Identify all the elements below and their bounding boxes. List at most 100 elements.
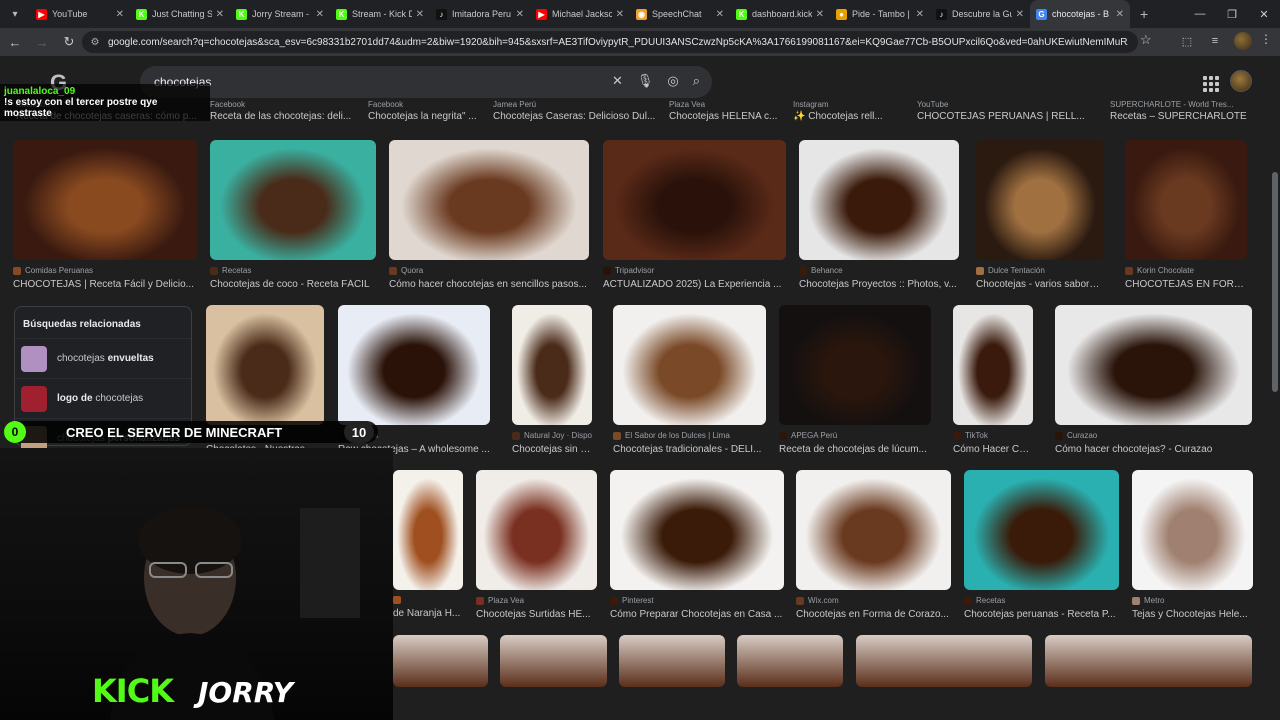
image-result-thumbnail[interactable] <box>796 470 951 590</box>
image-result-thumbnail[interactable] <box>338 305 490 425</box>
image-result-thumbnail[interactable] <box>1055 305 1252 425</box>
search-icon[interactable]: ⌕ <box>693 73 700 89</box>
tab-close-icon[interactable]: ✕ <box>116 9 124 20</box>
back-icon[interactable]: ← <box>3 30 27 54</box>
browser-tab[interactable]: ♪ Imitadora Peru ✕ <box>430 0 530 28</box>
image-result-thumbnail[interactable] <box>206 305 324 425</box>
browser-tab[interactable]: K Stream - Kick D ✕ <box>330 0 430 28</box>
forward-icon[interactable]: → <box>30 30 54 54</box>
image-result-thumbnail[interactable] <box>393 470 463 590</box>
extensions-icon[interactable]: ⬚ <box>1178 32 1196 50</box>
image-result-meta[interactable]: Quora Cómo hacer chocotejas en sencillos … <box>389 266 589 290</box>
related-search-item[interactable]: logo de chocotejas <box>15 378 191 418</box>
image-result-thumbnail[interactable] <box>389 140 589 260</box>
result-caption[interactable]: Facebook Receta de las chocotejas: deli..… <box>210 100 358 122</box>
image-result-thumbnail[interactable] <box>500 635 607 687</box>
image-result-thumbnail[interactable] <box>619 635 725 687</box>
image-result-thumbnail[interactable] <box>603 140 786 260</box>
browser-tab[interactable]: K Jorry Stream - ✕ <box>230 0 330 28</box>
tab-close-icon[interactable]: ✕ <box>716 9 724 20</box>
image-result-thumbnail[interactable] <box>779 305 931 425</box>
image-result-thumbnail[interactable] <box>964 470 1119 590</box>
site-info-icon[interactable]: ⚙ <box>88 35 102 49</box>
image-result-meta[interactable]: Metro Tejas y Chocotejas Hele... <box>1132 596 1253 620</box>
media-icon[interactable]: ≡ <box>1206 32 1224 50</box>
search-input[interactable] <box>154 75 594 89</box>
url-text[interactable]: google.com/search?q=chocotejas&sca_esv=6… <box>108 37 1128 48</box>
bookmark-star-icon[interactable]: ☆ <box>1140 32 1152 48</box>
image-result-meta[interactable]: Behance Chocotejas Proyectos :: Photos, v… <box>799 266 959 290</box>
image-result-thumbnail[interactable] <box>856 635 1032 687</box>
menu-icon[interactable]: ⋮ <box>1260 32 1272 46</box>
related-search-item[interactable]: chocotejas envueltas <box>15 338 191 378</box>
result-caption[interactable]: Facebook Chocotejas la negrita" ... <box>368 100 486 122</box>
image-result-meta[interactable]: Wix.com Chocotejas en Forma de Corazo... <box>796 596 951 620</box>
result-caption[interactable]: Plaza Vea Chocotejas HELENA c... <box>669 100 787 122</box>
image-result-thumbnail[interactable] <box>512 305 592 425</box>
browser-tab[interactable]: ● Pide - Tambo | ✕ <box>830 0 930 28</box>
image-result-thumbnail[interactable] <box>976 140 1104 260</box>
tab-close-icon[interactable]: ✕ <box>516 9 524 20</box>
browser-tab[interactable]: ♪ Descubre la Gu ✕ <box>930 0 1030 28</box>
image-result-meta[interactable]: El Sabor de los Dulces | Lima Chocotejas … <box>613 431 766 455</box>
tab-close-icon[interactable]: ✕ <box>216 9 224 20</box>
image-result-thumbnail[interactable] <box>393 635 488 687</box>
image-result-thumbnail[interactable] <box>1132 470 1253 590</box>
browser-tab[interactable]: ◉ SpeechChat ✕ <box>630 0 730 28</box>
lens-icon[interactable]: ◎ <box>667 73 678 89</box>
image-result-thumbnail[interactable] <box>1125 140 1247 260</box>
profile-avatar[interactable] <box>1234 32 1252 50</box>
browser-tab[interactable]: Kdashboard.kick ✕ <box>730 0 830 28</box>
image-result-thumbnail[interactable] <box>476 470 597 590</box>
close-window-icon[interactable]: ✕ <box>1248 0 1280 28</box>
scroll-thumb[interactable] <box>1272 172 1278 392</box>
tab-close-icon[interactable]: ✕ <box>916 9 924 20</box>
image-result-thumbnail[interactable] <box>799 140 959 260</box>
new-tab-icon[interactable]: + <box>1140 6 1148 22</box>
image-result-thumbnail[interactable] <box>610 470 784 590</box>
clear-icon[interactable]: ✕ <box>612 73 623 89</box>
tab-close-icon[interactable]: ✕ <box>416 9 424 20</box>
image-result-meta[interactable]: Plaza Vea Chocotejas Surtidas HE... <box>476 596 597 620</box>
image-result-meta[interactable]: Curazao Cómo hacer chocotejas? - Curazao <box>1055 431 1252 455</box>
tab-close-icon[interactable]: ✕ <box>616 9 624 20</box>
result-caption[interactable]: YouTube CHOCOTEJAS PERUANAS | RELL... <box>917 100 1102 122</box>
image-result-thumbnail[interactable] <box>1045 635 1252 687</box>
result-caption[interactable]: SUPERCHARLOTE - World Tres... Recetas – S… <box>1110 100 1250 122</box>
browser-tab[interactable]: ▶ YouTube ✕ <box>30 0 130 28</box>
account-avatar[interactable] <box>1230 70 1252 92</box>
image-result-meta[interactable]: Dulce Tentación Chocotejas - varios sabor… <box>976 266 1104 290</box>
image-result-meta[interactable]: TikTok Cómo Hacer Choc... <box>953 431 1033 455</box>
image-result-meta[interactable]: APEGA Perú Receta de chocotejas de lúcum.… <box>779 431 931 455</box>
image-result-thumbnail[interactable] <box>613 305 766 425</box>
image-result-thumbnail[interactable] <box>13 140 197 260</box>
tab-search-icon[interactable]: ▾ <box>6 5 24 23</box>
tab-close-icon[interactable]: ✕ <box>316 9 324 20</box>
search-box[interactable]: ✕ 🎙 ◎ ⌕ <box>140 66 712 98</box>
image-result-meta[interactable]: Recetas Chocotejas de coco - Receta FÁCIL <box>210 266 376 290</box>
browser-tab[interactable]: Gchocotejas - B ✕ <box>1030 0 1130 28</box>
tab-close-icon[interactable]: ✕ <box>1016 9 1024 20</box>
maximize-icon[interactable]: ❐ <box>1216 0 1248 28</box>
browser-tab[interactable]: K Just Chatting S ✕ <box>130 0 230 28</box>
image-result-meta[interactable]: Korin Chocolate CHOCOTEJAS EN FORM... <box>1125 266 1247 290</box>
reload-icon[interactable]: ↻ <box>57 30 81 54</box>
tab-close-icon[interactable]: ✕ <box>816 9 824 20</box>
image-result-thumbnail[interactable] <box>953 305 1033 425</box>
image-result-thumbnail[interactable] <box>737 635 843 687</box>
apps-grid-icon[interactable] <box>1203 76 1219 92</box>
image-result-thumbnail[interactable] <box>210 140 376 260</box>
address-bar[interactable]: ⚙ google.com/search?q=chocotejas&sca_esv… <box>82 31 1138 53</box>
browser-tab[interactable]: ▶ Michael Jacksc ✕ <box>530 0 630 28</box>
microphone-icon[interactable]: 🎙 <box>637 73 654 89</box>
image-result-meta[interactable]: de Naranja H... <box>393 596 463 619</box>
result-caption[interactable]: Jamea Perú Chocotejas Caseras: Delicioso … <box>493 100 661 122</box>
result-caption[interactable]: Instagram ✨ Chocotejas rell... <box>793 100 911 122</box>
image-result-meta[interactable]: Tripadvisor ACTUALIZADO 2025) La Experien… <box>603 266 786 290</box>
image-result-meta[interactable]: Recetas Chocotejas peruanas - Receta P... <box>964 596 1119 620</box>
minimize-icon[interactable]: — <box>1184 0 1216 28</box>
image-result-meta[interactable]: Natural Joy · Dispo Chocotejas sin azú... <box>512 431 592 455</box>
image-result-meta[interactable]: Pinterest Cómo Preparar Chocotejas en Cas… <box>610 596 784 620</box>
tab-close-icon[interactable]: ✕ <box>1116 9 1124 20</box>
page-scrollbar[interactable] <box>1270 56 1280 720</box>
